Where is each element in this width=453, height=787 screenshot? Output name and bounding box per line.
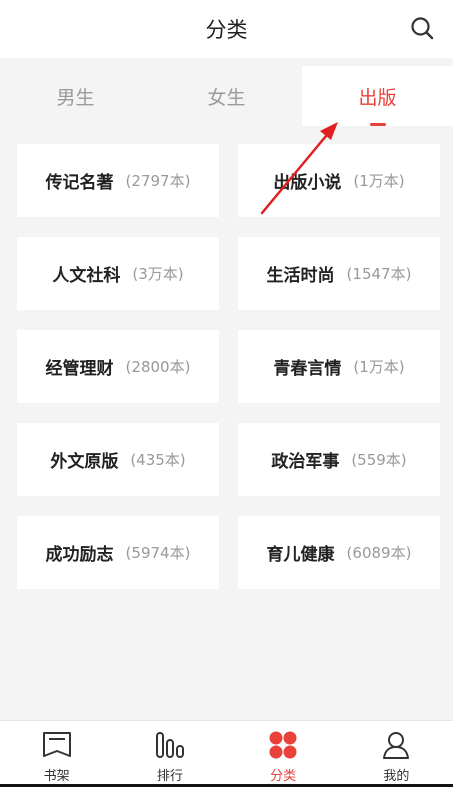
tab-publish[interactable]: 出版: [302, 66, 453, 126]
category-card[interactable]: 成功励志 (5974本): [17, 516, 219, 589]
category-count: (2800本): [125, 358, 191, 376]
category-card[interactable]: 外文原版 (435本): [17, 423, 219, 496]
nav-label-profile: 我的: [383, 769, 410, 784]
nav-item-profile[interactable]: 我的: [340, 721, 453, 787]
nav-label-category: 分类: [270, 769, 297, 784]
category-name: 青春言情: [273, 359, 342, 379]
category-name: 生活时尚: [266, 266, 335, 286]
category-count: (435本): [130, 451, 186, 469]
category-icon: [269, 731, 297, 759]
category-card[interactable]: 经管理财 (2800本): [17, 330, 219, 403]
category-card[interactable]: 政治军事 (559本): [238, 423, 440, 496]
tab-publish-label: 出版: [358, 86, 397, 109]
category-name: 成功励志: [45, 545, 114, 565]
category-card[interactable]: 生活时尚 (1547本): [238, 237, 440, 310]
tab-female[interactable]: 女生: [151, 66, 302, 126]
category-card[interactable]: 青春言情 (1万本): [238, 330, 440, 403]
category-count: (1万本): [353, 358, 405, 376]
search-icon[interactable]: [409, 15, 435, 41]
category-count: (1万本): [353, 172, 405, 190]
category-card[interactable]: 人文社科 (3万本): [17, 237, 219, 310]
category-name: 外文原版: [50, 452, 119, 472]
nav-label-ranking: 排行: [156, 769, 183, 784]
page-title: 分类: [205, 18, 248, 42]
category-count: (2797本): [125, 172, 191, 190]
app-header: 分类: [0, 0, 453, 58]
nav-item-category[interactable]: 分类: [227, 721, 340, 787]
tab-male-label: 男生: [56, 86, 95, 109]
ranking-icon: [155, 732, 184, 758]
category-name: 经管理财: [45, 359, 114, 379]
category-card[interactable]: 出版小说 (1万本): [238, 144, 440, 217]
bottom-navigation: 书架 排行 分类 我的: [0, 720, 453, 787]
nav-item-bookshelf[interactable]: 书架: [0, 721, 113, 787]
category-card[interactable]: 育儿健康 (6089本): [238, 516, 440, 589]
nav-item-ranking[interactable]: 排行: [113, 721, 226, 787]
bookshelf-icon: [42, 732, 71, 757]
gender-tabs: 男生 女生 出版: [0, 66, 453, 126]
category-count: (3万本): [132, 265, 184, 283]
category-name: 传记名著: [45, 173, 114, 193]
tab-female-label: 女生: [207, 86, 246, 109]
category-count: (559本): [351, 451, 407, 469]
category-count: (1547本): [346, 265, 412, 283]
category-card[interactable]: 传记名著 (2797本): [17, 144, 219, 217]
category-grid: 传记名著 (2797本) 出版小说 (1万本) 人文社科 (3万本) 生活时尚 …: [0, 126, 453, 720]
category-count: (6089本): [346, 544, 412, 562]
category-name: 出版小说: [273, 173, 342, 193]
category-count: (5974本): [125, 544, 191, 562]
category-name: 育儿健康: [266, 545, 335, 565]
profile-icon: [383, 732, 410, 759]
category-name: 人文社科: [52, 266, 121, 286]
nav-label-bookshelf: 书架: [43, 769, 70, 784]
category-name: 政治军事: [271, 452, 340, 472]
tab-male[interactable]: 男生: [0, 66, 151, 126]
